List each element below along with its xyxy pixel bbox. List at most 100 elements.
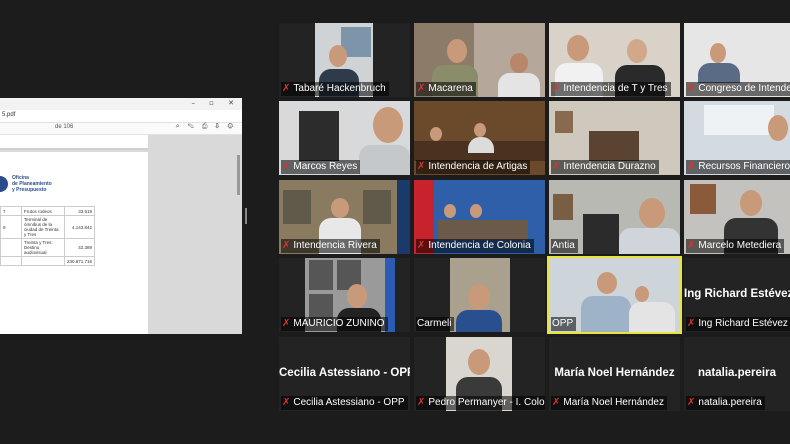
participant-name-label: ✗ Intendencia de Artigas: [416, 160, 531, 174]
participant-name-label: ✗ María Noel Hernández: [551, 396, 667, 410]
participant-tile[interactable]: Carmeli: [414, 258, 545, 332]
participant-face: [635, 286, 649, 302]
mic-muted-icon: ✗: [552, 83, 561, 94]
page-count-label: de 106: [55, 124, 74, 130]
wall-portrait: [309, 260, 333, 290]
mic-muted-icon: ✗: [687, 83, 696, 94]
participant-body: [468, 137, 494, 153]
participant-name-label: ✗ Pedro Permanyer - I. Colonia: [416, 396, 545, 410]
participant-face: [474, 123, 486, 137]
participant-face: [347, 284, 367, 308]
table-row: 7 Frutos rodeos 33.519: [0, 206, 96, 216]
participant-tile-active-speaker[interactable]: OPP: [547, 256, 682, 334]
participant-tile[interactable]: ✗ Marcelo Metediera: [684, 180, 790, 254]
participant-name: Intendencia Durazno: [563, 161, 656, 172]
mic-muted-icon: ✗: [687, 318, 696, 329]
participant-name-label: ✗ Macarena: [416, 82, 476, 96]
participant-name-label: ✗ Intendencia Rivera: [281, 239, 380, 253]
table-cell: 230.871.716: [63, 256, 96, 266]
table-row: 230.871.716: [0, 256, 96, 266]
participant-name: Marcos Reyes: [293, 161, 358, 172]
pdf-filename: 5.pdf: [2, 112, 16, 118]
mic-muted-icon: ✗: [417, 240, 426, 251]
participant-tile[interactable]: ✗ Intendencia de Colonia: [414, 180, 545, 254]
table-cell: Frutos rodeos: [21, 206, 65, 216]
participant-body: [581, 296, 631, 332]
pdf-page: Oficina de Planeamiento y Presupuesto 7 …: [0, 152, 148, 334]
table-cell: Terminal de ómnibus de la ciudad de Trei…: [21, 215, 65, 239]
mic-muted-icon: ✗: [687, 240, 696, 251]
mic-muted-icon: ✗: [282, 240, 291, 251]
participant-name: OPP: [552, 318, 574, 329]
participant-tile[interactable]: ✗ Pedro Permanyer - I. Colonia: [414, 337, 545, 411]
table-row: Treinta y Tres: Destino audiovisual 42.3…: [0, 238, 96, 257]
participant-name-label: OPP: [551, 317, 577, 331]
participant-body: [498, 73, 540, 97]
mic-muted-icon: ✗: [687, 397, 696, 408]
participant-tile[interactable]: ✗ Intendencia Rivera: [279, 180, 410, 254]
flag: [397, 180, 410, 254]
participant-face: [627, 39, 647, 63]
participant-body: [629, 302, 675, 332]
participant-tile[interactable]: María Noel Hernández ✗ María Noel Hernánd…: [549, 337, 680, 411]
mic-muted-icon: ✗: [417, 83, 426, 94]
wall-frame: [690, 184, 716, 214]
participant-face: [510, 53, 528, 73]
table-row: 9 Terminal de ómnibus de la ciudad de Tr…: [0, 215, 96, 239]
logo-line-3: y Presupuesto: [12, 187, 47, 193]
participant-tile[interactable]: ✗ Intendencia de T y Tres: [549, 23, 680, 97]
participant-name: Intendencia de Artigas: [428, 161, 528, 172]
table-cell: [0, 238, 22, 257]
pdf-address-bar[interactable]: 5.pdf: [0, 110, 242, 123]
participant-face: [331, 198, 349, 218]
participant-name: MAURICIO ZUNINO: [293, 318, 385, 329]
participant-name-label: ✗ Marcos Reyes: [281, 160, 361, 174]
participant-tile[interactable]: Antia: [549, 180, 680, 254]
mic-muted-icon: ✗: [687, 161, 696, 172]
participant-face: [430, 127, 442, 141]
participant-face: [567, 35, 589, 61]
participant-name: Cecilia Astessiano - OPP: [293, 397, 405, 408]
participant-name-label: ✗ Intendencia Durazno: [551, 160, 659, 174]
participant-tile[interactable]: natalia.pereira ✗ natalia.pereira: [684, 337, 790, 411]
wall-frame: [553, 194, 573, 220]
participant-name-label: ✗ Tabaré Hackenbruch: [281, 82, 389, 96]
participant-face: [740, 190, 762, 216]
participant-face: [597, 272, 617, 294]
pdf-viewport[interactable]: Oficina de Planeamiento y Presupuesto 7 …: [0, 135, 242, 334]
mic-muted-icon: ✗: [282, 83, 291, 94]
participant-name: Intendencia Rivera: [293, 240, 377, 251]
toolbar-icons[interactable]: ⌕ ✎ ⎙ ⇩ ⚙: [176, 123, 236, 131]
table-cell: 42.389: [63, 238, 96, 257]
budget-table: 7 Frutos rodeos 33.519 9 Terminal de ómn…: [0, 206, 96, 266]
participant-tile[interactable]: ✗ Intendencia de Artigas: [414, 101, 545, 175]
participant-tile[interactable]: ✗ Marcos Reyes: [279, 101, 410, 175]
participant-face: [768, 115, 788, 141]
pdf-scrollbar[interactable]: [237, 155, 240, 195]
conference-table: [438, 220, 528, 240]
participant-face: [444, 204, 456, 218]
participant-name: Congreso de Intendentes: [698, 83, 790, 94]
table-cell: 7: [0, 206, 22, 216]
panel-resize-handle[interactable]: [245, 208, 247, 224]
participant-tile[interactable]: ✗ Recursos Financieros: [684, 101, 790, 175]
participant-tile[interactable]: Ing Richard Estévez ✗ Ing Richard Estévez: [684, 258, 790, 332]
table-cell: [21, 256, 65, 266]
participant-tile[interactable]: ✗ MAURICIO ZUNINO: [279, 258, 410, 332]
participant-tile[interactable]: Cecilia Astessiano - OPP ✗ Cecilia Astess…: [279, 337, 410, 411]
participant-name-label: ✗Congreso de Intendentes: [686, 82, 790, 96]
participant-tile[interactable]: ✗ Tabaré Hackenbruch: [279, 23, 410, 97]
conference-table: [589, 131, 639, 161]
table-cell: [0, 256, 22, 266]
ceiling-lights: [704, 105, 774, 135]
participant-tile[interactable]: ✗Congreso de Intendentes: [684, 23, 790, 97]
participant-name: Recursos Financieros: [698, 161, 790, 172]
mic-muted-icon: ✗: [282, 318, 291, 329]
participant-tile[interactable]: ✗ Intendencia Durazno: [549, 101, 680, 175]
participant-body: [359, 145, 410, 175]
participant-tile[interactable]: ✗ Macarena: [414, 23, 545, 97]
mic-muted-icon: ✗: [282, 397, 291, 408]
window-controls[interactable]: – ▫ ✕: [191, 99, 240, 107]
participant-name: Tabaré Hackenbruch: [293, 83, 386, 94]
participant-name: Macarena: [428, 83, 473, 94]
